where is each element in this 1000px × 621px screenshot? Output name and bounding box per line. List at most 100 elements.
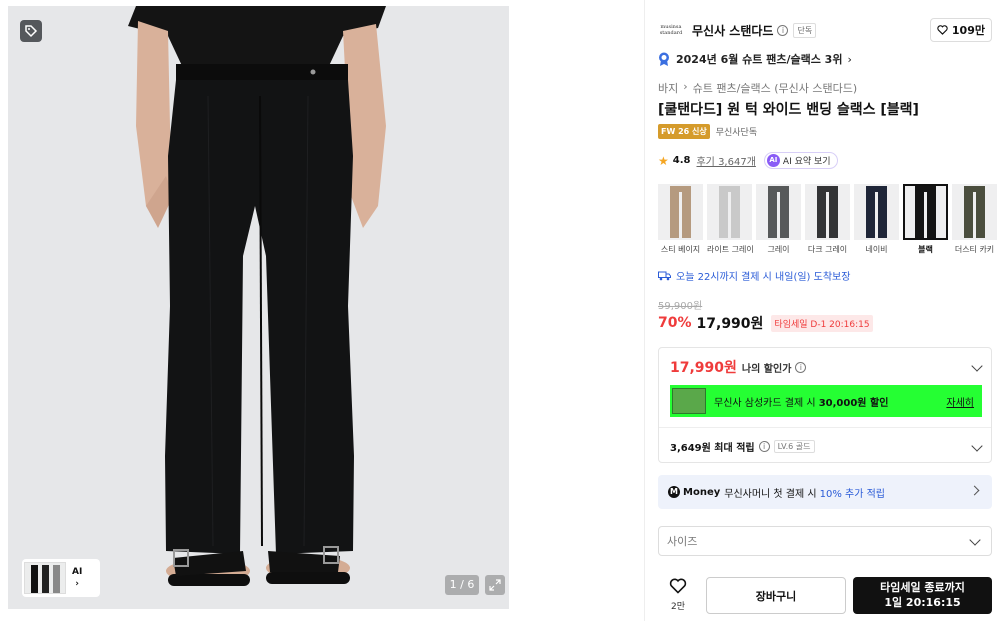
sale-price: 17,990원: [696, 316, 764, 332]
color-option-label: 네이비: [865, 245, 888, 254]
star-icon: ★: [658, 153, 669, 168]
buy-now-button[interactable]: 타임세일 종료까지 1일 20:16:15: [853, 577, 992, 614]
chevron-right-icon: [969, 485, 980, 496]
brand-like-button[interactable]: 109만: [929, 18, 992, 42]
chevron-down-icon: [971, 440, 983, 452]
new-season-tag: FW 26 신상: [658, 124, 710, 139]
card-promo-image: [672, 388, 706, 414]
product-main-image: [8, 6, 509, 609]
discount-rate: 70%: [658, 315, 692, 331]
card-promo-detail-link[interactable]: 자세히: [946, 394, 974, 409]
musinsa-money-banner[interactable]: M Money 무신사머니 첫 결제 시 10% 추가 적립: [658, 475, 992, 509]
reviews-link[interactable]: 후기 3,647개: [696, 153, 755, 168]
thumbnail-strip[interactable]: AI ›: [22, 559, 100, 597]
color-option[interactable]: 네이비: [854, 184, 899, 255]
my-discount-label: 나의 할인가: [741, 363, 792, 375]
heart-icon: [669, 578, 687, 594]
color-option[interactable]: 그레이: [756, 184, 801, 255]
brand-name[interactable]: 무신사 스탠다드: [692, 22, 773, 39]
color-option-image: [658, 184, 703, 240]
color-option-image: [952, 184, 997, 240]
max-points: 3,649원 최대 적립: [670, 442, 755, 454]
image-counter-text: 1 / 6: [445, 575, 479, 595]
card-promo-banner[interactable]: 무신사 삼성카드 결제 시 30,000원 할인 자세히: [670, 385, 982, 417]
color-option-label: 더스티 카키: [954, 245, 995, 254]
time-sale-badge: 타임세일 D-1 20:16:15: [771, 314, 873, 332]
color-option-label: 스티 베이지: [660, 245, 701, 254]
product-tags: FW 26 신상 무신사단독: [658, 124, 757, 139]
brand-row: musinsa standard 무신사 스탠다드 i 단독 109만: [658, 18, 992, 42]
my-discount-price: 17,990원: [670, 360, 737, 376]
ai-thumbnail-label[interactable]: AI ›: [72, 566, 82, 590]
color-option-image: [805, 184, 850, 240]
color-option-image: [903, 184, 948, 240]
chevron-right-icon: ›: [847, 52, 852, 66]
truck-icon: [658, 271, 671, 280]
breadcrumb-item[interactable]: 슈트 팬츠/슬랙스 (무신사 스탠다드): [693, 80, 857, 96]
image-counter: 1 / 6: [445, 574, 505, 596]
color-option-image: [756, 184, 801, 240]
ranking-link[interactable]: 2024년 6월 슈트 팬츠/슬랙스 3위 ›: [658, 51, 852, 67]
chevron-down-icon: [969, 534, 981, 546]
color-option[interactable]: 스티 베이지: [658, 184, 703, 255]
color-option-label: 그레이: [767, 245, 790, 254]
wishlist-button[interactable]: 2만: [662, 578, 694, 612]
chevron-right-icon: ›: [75, 579, 80, 589]
info-icon[interactable]: i: [795, 361, 807, 373]
like-count: 109만: [951, 24, 985, 37]
rating-score: 4.8: [672, 155, 691, 166]
divider: [659, 427, 991, 428]
breadcrumb-item[interactable]: 바지: [658, 80, 678, 96]
money-highlight: 10% 추가 적립: [819, 488, 885, 500]
color-option-label: 라이트 그레이: [707, 245, 754, 254]
tag-icon: [25, 25, 38, 38]
coupon-tag-button[interactable]: [20, 20, 42, 42]
price-row: 70% 17,990원 타임세일 D-1 20:16:15: [658, 313, 873, 333]
money-icon: M: [668, 486, 680, 498]
wishlist-count: 2만: [670, 602, 685, 612]
ranking-text: 2024년 6월 슈트 팬츠/슬랙스 3위: [676, 53, 843, 66]
breadcrumb-separator: ›: [683, 80, 688, 93]
heart-icon: [937, 25, 948, 35]
money-text: 무신사머니 첫 결제 시: [724, 488, 817, 500]
color-options: 스티 베이지 라이트 그레이 그레이 다크 그레이 네이비 블랙 더스티 카키: [658, 184, 997, 255]
member-level-badge: LV.6 골드: [773, 439, 815, 453]
product-image-gallery[interactable]: AI › 1 / 6: [8, 6, 509, 609]
color-option-image: [854, 184, 899, 240]
info-icon[interactable]: i: [758, 440, 770, 452]
benefits-box: 17,990원 나의 할인가 i 무신사 삼성카드 결제 시 30,000원 할…: [658, 347, 992, 463]
ai-icon: AI: [766, 154, 780, 167]
color-option-label: 블랙: [918, 245, 933, 254]
my-price-toggle[interactable]: 17,990원 나의 할인가 i: [670, 358, 983, 376]
color-option[interactable]: 라이트 그레이: [707, 184, 754, 255]
color-option-image: [707, 184, 752, 240]
product-title: [쿨탠다드] 원 턱 와이드 밴딩 슬랙스 [블랙]: [658, 102, 919, 118]
rating-row: ★ 4.8 후기 3,647개 AI AI 요약 보기: [658, 152, 838, 169]
color-option[interactable]: 더스티 카키: [952, 184, 997, 255]
money-brand: Money: [683, 486, 721, 498]
ranking-medal-icon: [659, 52, 669, 66]
brand-logo[interactable]: musinsa standard: [658, 20, 684, 40]
color-option[interactable]: 블랙: [903, 184, 948, 255]
info-icon[interactable]: i: [777, 24, 789, 36]
points-toggle[interactable]: 3,649원 최대 적립 i LV.6 골드: [670, 438, 983, 454]
exclusive-tag: 무신사단독: [715, 128, 758, 138]
color-option[interactable]: 다크 그레이: [805, 184, 850, 255]
card-promo-text: 무신사 삼성카드 결제 시 30,000원 할인: [714, 397, 889, 409]
ai-summary-button[interactable]: AI AI 요약 보기: [763, 152, 838, 169]
panel-divider: [644, 0, 645, 621]
delivery-text: 오늘 22시까지 결제 시 내일(일) 도착보장: [676, 272, 851, 283]
ai-summary-label: AI 요약 보기: [782, 157, 831, 167]
purchase-bar: 2만 장바구니 타임세일 종료까지 1일 20:16:15: [658, 576, 992, 616]
thumbnail-preview: [31, 565, 60, 593]
delivery-guarantee: 오늘 22시까지 결제 시 내일(일) 도착보장: [658, 268, 850, 283]
buy-button-line1: 타임세일 종료까지: [880, 581, 965, 594]
exclusive-badge: 단독: [793, 22, 817, 38]
color-option-label: 다크 그레이: [807, 245, 848, 254]
chevron-down-icon: [971, 360, 983, 372]
add-to-cart-button[interactable]: 장바구니: [706, 577, 846, 614]
thumbnail-image[interactable]: [24, 562, 66, 594]
buy-button-timer: 1일 20:16:15: [884, 596, 961, 609]
expand-icon[interactable]: [485, 575, 505, 595]
size-select[interactable]: 사이즈: [658, 526, 992, 556]
